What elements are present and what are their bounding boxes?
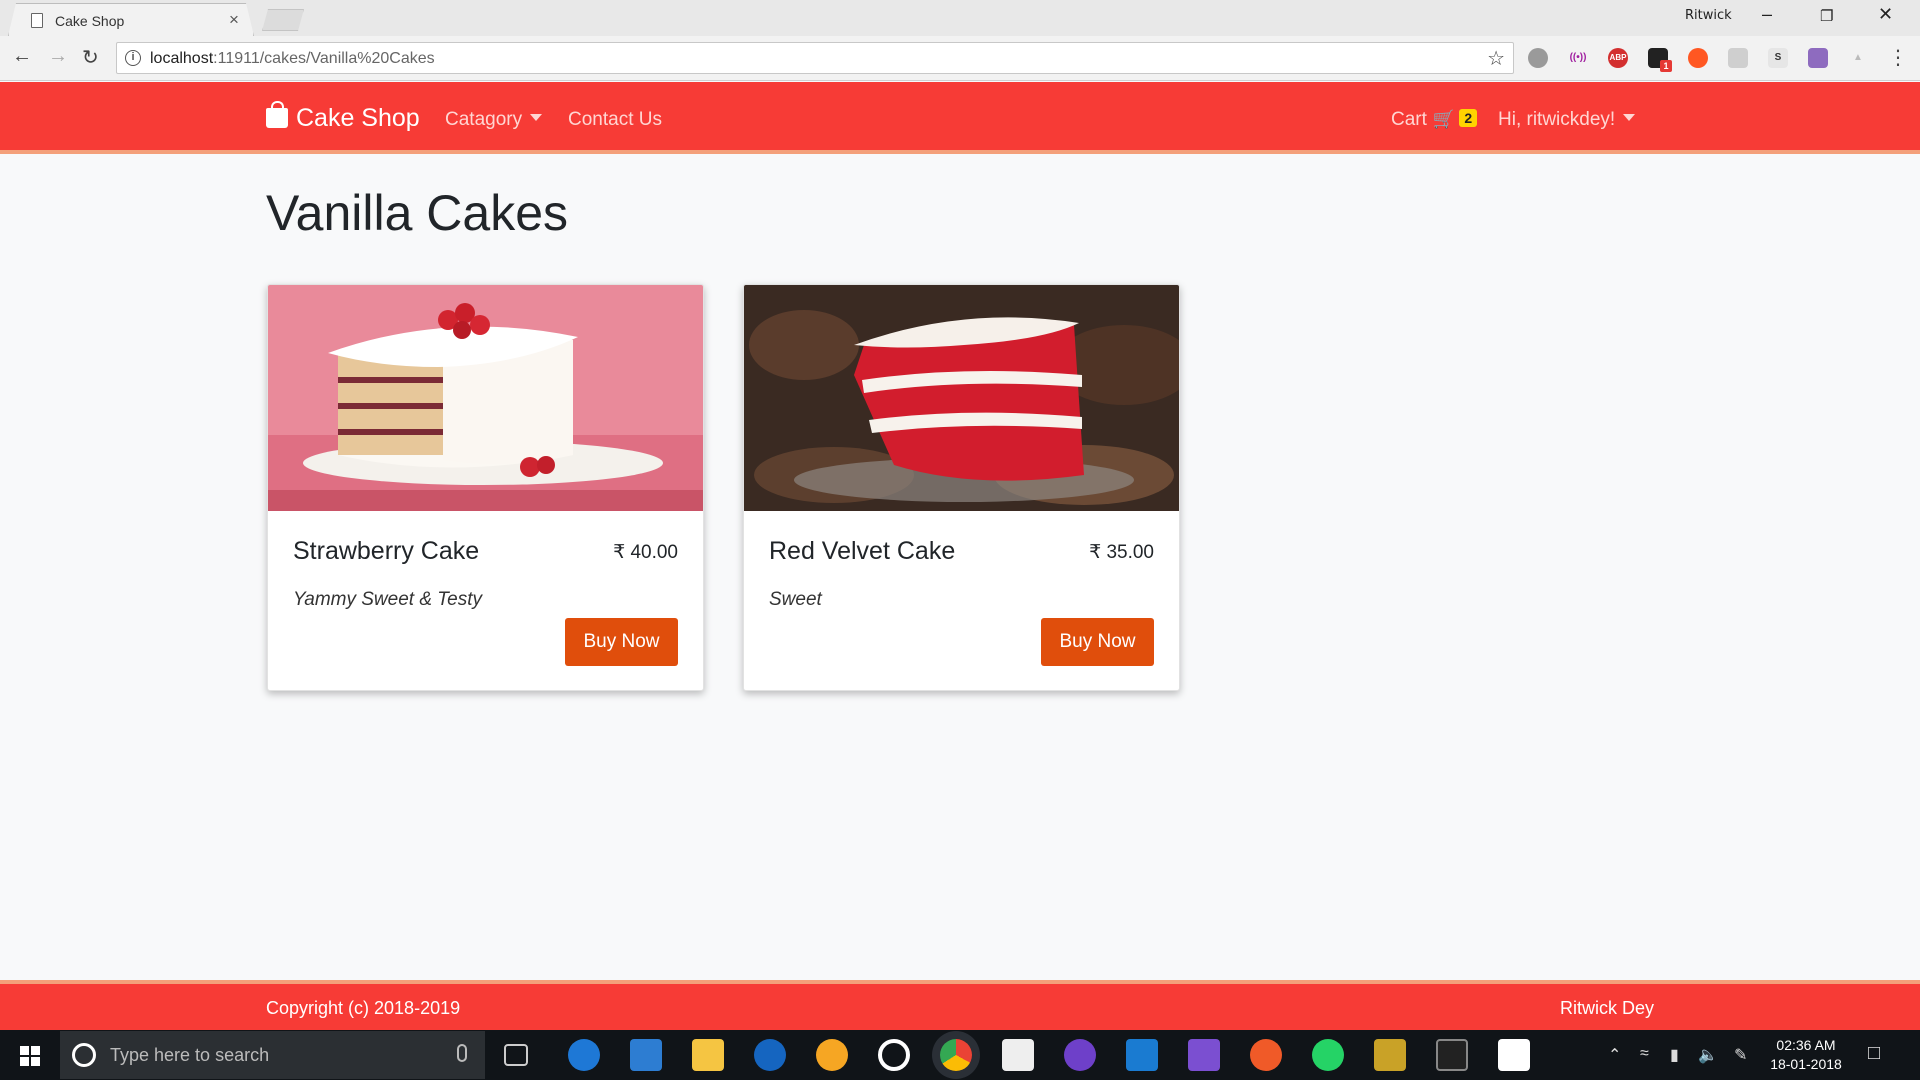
terminal-icon[interactable]: [1436, 1039, 1468, 1071]
adblock-icon[interactable]: ABP: [1608, 48, 1628, 68]
chrome-icon[interactable]: [940, 1039, 972, 1071]
windows-start-icon[interactable]: [20, 1046, 40, 1066]
wifi-icon[interactable]: ≈: [1640, 1045, 1649, 1063]
tab-title: Cake Shop: [55, 13, 125, 29]
user-menu-dropdown[interactable]: Hi, ritwickdey!: [1498, 109, 1636, 131]
file-explorer-icon[interactable]: [692, 1039, 724, 1071]
url-text[interactable]: localhost:11911/cakes/Vanilla%20Cakes: [150, 50, 435, 68]
whatsapp-icon[interactable]: [1312, 1039, 1344, 1071]
profile-name[interactable]: Ritwick: [1685, 8, 1732, 23]
product-card: Red Velvet Cake ₹ 35.00 Sweet Buy Now: [743, 284, 1180, 691]
cart-count-badge: 2: [1459, 109, 1478, 127]
product-price: ₹ 40.00: [613, 542, 678, 563]
firefox-icon[interactable]: [754, 1039, 786, 1071]
close-window-icon[interactable]: ✕: [1878, 4, 1893, 25]
caret-down-icon: [1623, 114, 1636, 121]
info-icon[interactable]: i: [125, 50, 141, 66]
buy-now-button[interactable]: Buy Now: [1041, 618, 1154, 666]
time: 02:36 AM: [1776, 1037, 1836, 1053]
bookmark-star-icon[interactable]: ☆: [1487, 46, 1505, 71]
menu-dots-icon[interactable]: ⋮: [1888, 45, 1908, 70]
caret-down-icon: [530, 114, 543, 121]
page-title: Vanilla Cakes: [266, 185, 569, 241]
page-icon: [31, 13, 43, 28]
site-navbar: Cake Shop Catagory Contact Us Cart 🛒 2 Hi,…: [0, 82, 1920, 154]
product-description: Sweet: [769, 589, 822, 610]
windows-taskbar: Type here to search ⌃ ≈ ▮ 🔈 ✎ 02:36 AM 1…: [0, 1030, 1920, 1080]
extension-icon[interactable]: [1728, 48, 1748, 68]
strawberry-cake-image: [268, 285, 703, 511]
cart-icon: 🛒: [1432, 109, 1456, 129]
tools-icon[interactable]: [1374, 1039, 1406, 1071]
restore-icon[interactable]: ❐: [1820, 7, 1833, 25]
movies-icon[interactable]: [1002, 1039, 1034, 1071]
red-velvet-cake-image: [744, 285, 1179, 511]
author-name: Ritwick Dey: [1559, 998, 1654, 1018]
browser-tab[interactable]: Cake Shop ×: [8, 3, 254, 36]
app-icon[interactable]: [816, 1039, 848, 1071]
contact-us-link[interactable]: Contact Us: [568, 109, 662, 131]
store-icon[interactable]: [630, 1039, 662, 1071]
app-icon[interactable]: [1250, 1039, 1282, 1071]
extension-icon[interactable]: 1: [1648, 48, 1672, 72]
clock[interactable]: 02:36 AM 18-01-2018: [1766, 1036, 1846, 1074]
browser-toolbar: ← → ↻ i localhost:11911/cakes/Vanilla%20…: [0, 36, 1920, 81]
site-footer: Copyright (c) 2018-2019 Ritwick Dey: [0, 980, 1920, 1030]
task-view-icon[interactable]: [504, 1044, 528, 1066]
minimize-icon[interactable]: –: [1762, 4, 1772, 25]
product-price: ₹ 35.00: [1089, 542, 1154, 563]
groove-icon[interactable]: [878, 1039, 910, 1071]
extension-icon[interactable]: [1808, 48, 1828, 68]
extension-icon[interactable]: [1688, 48, 1708, 68]
pen-icon[interactable]: ✎: [1734, 1045, 1747, 1065]
product-description: Yammy Sweet & Testy: [293, 589, 483, 610]
extension-icon[interactable]: [1528, 48, 1548, 68]
photos-icon[interactable]: [1498, 1039, 1530, 1071]
back-icon[interactable]: ←: [12, 45, 32, 68]
github-icon[interactable]: [1064, 1039, 1096, 1071]
address-bar[interactable]: i localhost:11911/cakes/Vanilla%20Cakes …: [116, 42, 1514, 74]
vscode-icon[interactable]: [1126, 1039, 1158, 1071]
close-tab-icon[interactable]: ×: [229, 10, 239, 30]
taskbar-search[interactable]: Type here to search: [60, 1031, 485, 1079]
search-placeholder: Type here to search: [110, 1045, 270, 1065]
reload-icon[interactable]: ↻: [82, 45, 99, 70]
broadcast-icon[interactable]: ((•)): [1568, 48, 1588, 68]
extension-icon[interactable]: S: [1768, 48, 1788, 68]
product-card: Strawberry Cake ₹ 40.00 Yammy Sweet & Te…: [267, 284, 704, 691]
new-tab-button[interactable]: [262, 9, 304, 31]
cart-link[interactable]: Cart 🛒 2: [1391, 109, 1478, 131]
category-dropdown[interactable]: Catagory: [445, 109, 543, 131]
battery-icon[interactable]: ▮: [1670, 1045, 1679, 1065]
browser-tab-bar: Cake Shop × Ritwick – ❐ ✕: [0, 0, 1920, 36]
buy-now-button[interactable]: Buy Now: [565, 618, 678, 666]
extension-icon[interactable]: ▲: [1848, 48, 1868, 68]
copyright-text: Copyright (c) 2018-2019: [266, 998, 461, 1018]
chevron-up-icon[interactable]: ⌃: [1608, 1045, 1621, 1065]
brand-link[interactable]: Cake Shop: [266, 101, 420, 133]
shopping-bag-icon: [266, 101, 288, 128]
product-name: Strawberry Cake: [293, 537, 480, 565]
forward-icon[interactable]: →: [48, 45, 68, 68]
cortana-icon: [72, 1043, 96, 1067]
edge-icon[interactable]: [568, 1039, 600, 1071]
microphone-icon[interactable]: [457, 1044, 467, 1062]
product-name: Red Velvet Cake: [769, 537, 956, 565]
volume-icon[interactable]: 🔈: [1698, 1045, 1718, 1065]
notification-icon[interactable]: □: [1868, 1042, 1880, 1065]
visual-studio-icon[interactable]: [1188, 1039, 1220, 1071]
date: 18-01-2018: [1770, 1056, 1842, 1072]
